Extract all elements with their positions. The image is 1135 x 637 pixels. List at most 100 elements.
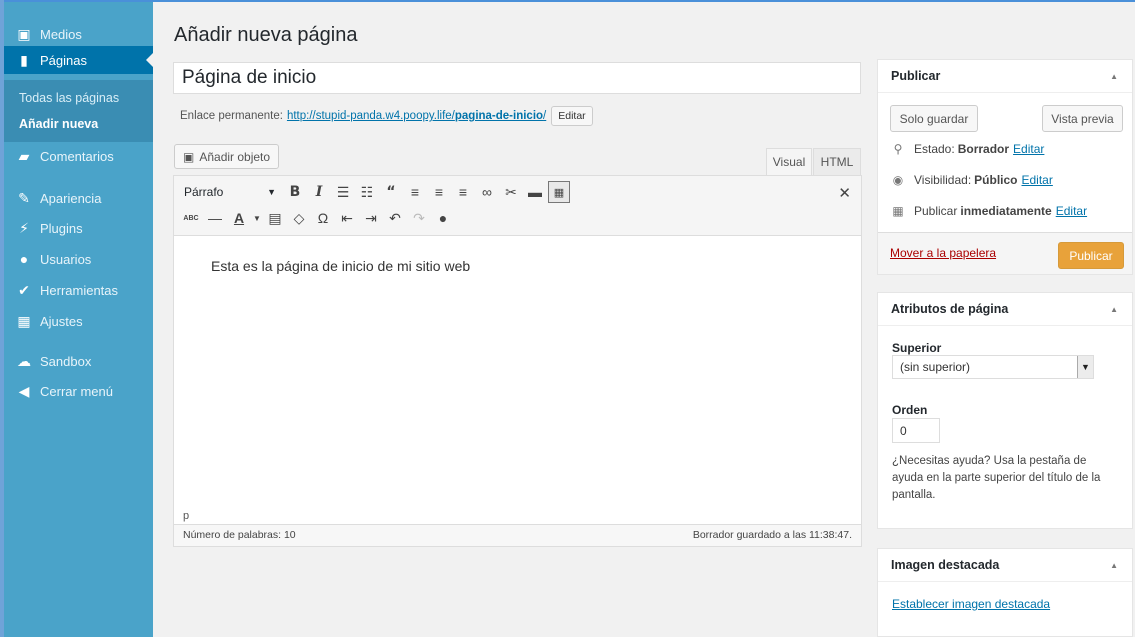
editor-toolbar: Párrafo ▼ B I ☰ ☷ “ ≡ ≡ ≡ ∞ ✂ ▬ ▦ ✕ ABC … <box>174 176 861 236</box>
move-to-trash-link[interactable]: Mover a la papelera <box>890 246 996 260</box>
numbered-list-icon[interactable]: ☷ <box>356 181 378 203</box>
permalink-base: http://stupid-panda.w4.poopy.life/ <box>286 110 455 122</box>
users-icon: ● <box>19 251 29 267</box>
add-media-button[interactable]: ▣ Añadir objeto <box>174 144 280 169</box>
collapse-arrow-icon[interactable]: ▲ <box>1110 305 1118 314</box>
collapse-arrow-icon[interactable]: ▲ <box>1110 72 1118 81</box>
clear-format-icon[interactable]: ◇ <box>288 207 310 229</box>
text-color-icon[interactable]: A <box>228 207 250 229</box>
sidebar-item-users[interactable]: ● Usuarios <box>4 245 153 273</box>
autosave-status: Borrador guardado a las 11:38:47. <box>692 529 852 541</box>
sidebar-item-label: Ajustes <box>40 313 83 329</box>
sidebar-item-label: Medios <box>40 26 82 42</box>
cloud-icon: ☁ <box>17 353 31 369</box>
pin-icon: ⚲ <box>893 142 903 156</box>
sidebar-item-label: Sandbox <box>40 353 92 369</box>
publish-box-title: Publicar <box>891 69 941 83</box>
editor-content[interactable]: Esta es la página de inicio de mi sitio … <box>211 258 470 274</box>
sidebar-item-tools[interactable]: ✔ Herramientas <box>4 276 153 304</box>
comments-icon: ▰ <box>18 148 30 164</box>
sidebar-item-label: Plugins <box>40 220 83 236</box>
sidebar-item-label: Páginas <box>40 52 87 68</box>
settings-icon: ▦ <box>17 313 31 329</box>
edit-visibility-link[interactable]: Editar <box>1022 173 1053 187</box>
edit-schedule-link[interactable]: Editar <box>1056 204 1087 218</box>
submenu-add-new[interactable]: Añadir nueva <box>19 117 98 131</box>
bold-icon[interactable]: B <box>284 181 306 203</box>
italic-icon[interactable]: I <box>308 181 330 203</box>
more-tag-icon[interactable]: ▬ <box>524 181 546 203</box>
publish-actions: Mover a la papelera Publicar <box>878 232 1132 274</box>
align-center-icon[interactable]: ≡ <box>428 181 450 203</box>
set-featured-image-link[interactable]: Establecer imagen destacada <box>892 597 1050 611</box>
align-right-icon[interactable]: ≡ <box>452 181 474 203</box>
unlink-icon[interactable]: ✂ <box>500 181 522 203</box>
edit-permalink-button[interactable]: Editar <box>551 106 593 126</box>
sidebar-item-sandbox[interactable]: ☁ Sandbox <box>4 347 153 375</box>
collapse-arrow-icon[interactable]: ▲ <box>1110 561 1118 570</box>
plugins-icon: ⚡ <box>19 220 29 236</box>
sidebar-item-label: Herramientas <box>40 282 119 298</box>
sidebar-item-settings[interactable]: ▦ Ajustes <box>4 307 153 335</box>
outdent-icon[interactable]: ⇤ <box>336 207 358 229</box>
sidebar-item-collapse[interactable]: ◀ Cerrar menú <box>4 377 153 405</box>
tools-icon: ✔ <box>18 282 30 298</box>
permalink-link[interactable]: http://stupid-panda.w4.poopy.life/pagina… <box>287 110 546 122</box>
visibility-label: Visibilidad: <box>914 173 972 187</box>
page-attributes-title: Atributos de página <box>891 302 1009 316</box>
sidebar-item-label: Usuarios <box>40 251 92 267</box>
help-icon[interactable]: ● <box>432 207 454 229</box>
editor-status-bar: Número de palabras: 10 Borrador guardado… <box>174 524 861 546</box>
preview-button[interactable]: Vista previa <box>1042 105 1123 132</box>
sidebar-item-media[interactable]: ▣ Medios <box>4 20 153 48</box>
tab-visual[interactable]: Visual <box>766 148 812 175</box>
bullet-list-icon[interactable]: ☰ <box>332 181 354 203</box>
special-char-icon[interactable]: Ω <box>312 207 334 229</box>
post-title-input[interactable] <box>173 62 861 94</box>
appearance-icon: ✎ <box>18 190 30 206</box>
top-border <box>0 0 1135 2</box>
status-value: Borrador <box>957 142 1010 156</box>
save-draft-button[interactable]: Solo guardar <box>890 105 978 132</box>
visibility-value: Público <box>974 173 1018 187</box>
page-attributes-header[interactable]: Atributos de página ▲ <box>878 293 1132 326</box>
sidebar-item-plugins[interactable]: ⚡ Plugins <box>4 214 153 242</box>
editor: Párrafo ▼ B I ☰ ☷ “ ≡ ≡ ≡ ∞ ✂ ▬ ▦ ✕ ABC … <box>173 175 862 547</box>
tab-html[interactable]: HTML <box>813 148 861 175</box>
undo-icon[interactable]: ↶ <box>384 207 406 229</box>
paste-text-icon[interactable]: ▤ <box>264 207 286 229</box>
order-input[interactable] <box>892 418 940 443</box>
submenu-all-pages[interactable]: Todas las páginas <box>19 91 119 105</box>
edit-status-link[interactable]: Editar <box>1013 142 1044 156</box>
sidebar-item-appearance[interactable]: ✎ Apariencia <box>4 184 153 212</box>
redo-icon[interactable]: ↷ <box>408 207 430 229</box>
pages-submenu: Todas las páginas Añadir nueva <box>4 80 153 142</box>
eye-icon: ◉ <box>892 173 904 187</box>
publish-box-header[interactable]: Publicar ▲ <box>878 60 1132 93</box>
indent-icon[interactable]: ⇥ <box>360 207 382 229</box>
page-attributes-box: Atributos de página ▲ Superior (sin supe… <box>877 292 1133 529</box>
parent-select[interactable]: (sin superior) ▼ <box>892 355 1094 379</box>
chevron-down-icon[interactable]: ▼ <box>252 207 262 229</box>
page-title: Añadir nueva página <box>174 24 358 46</box>
strikethrough-icon[interactable]: ABC <box>180 207 202 229</box>
toolbar-toggle-icon[interactable]: ▦ <box>548 181 570 203</box>
sidebar-item-pages[interactable]: ▮ Páginas <box>4 46 153 74</box>
add-media-label: Añadir objeto <box>199 149 271 164</box>
publish-button[interactable]: Publicar <box>1058 242 1124 269</box>
permalink-slug: pagina-de-inicio <box>454 110 544 122</box>
admin-sidebar: ▣ Medios ▮ Páginas Todas las páginas Aña… <box>4 2 153 637</box>
featured-image-box: Imagen destacada ▲ Establecer imagen des… <box>877 548 1133 637</box>
fullscreen-icon[interactable]: ✕ <box>838 184 851 202</box>
format-select[interactable]: Párrafo ▼ <box>180 181 280 203</box>
element-path: p <box>183 510 190 522</box>
visibility-row: ◉ Visibilidad: Público Editar <box>890 173 1053 187</box>
featured-image-header[interactable]: Imagen destacada ▲ <box>878 549 1132 582</box>
align-left-icon[interactable]: ≡ <box>404 181 426 203</box>
link-icon[interactable]: ∞ <box>476 181 498 203</box>
parent-value: (sin superior) <box>900 360 971 374</box>
blockquote-icon[interactable]: “ <box>380 181 402 203</box>
sidebar-item-comments[interactable]: ▰ Comentarios <box>4 142 153 170</box>
schedule-label: Publicar <box>914 204 958 218</box>
horizontal-line-icon[interactable]: — <box>204 207 226 229</box>
